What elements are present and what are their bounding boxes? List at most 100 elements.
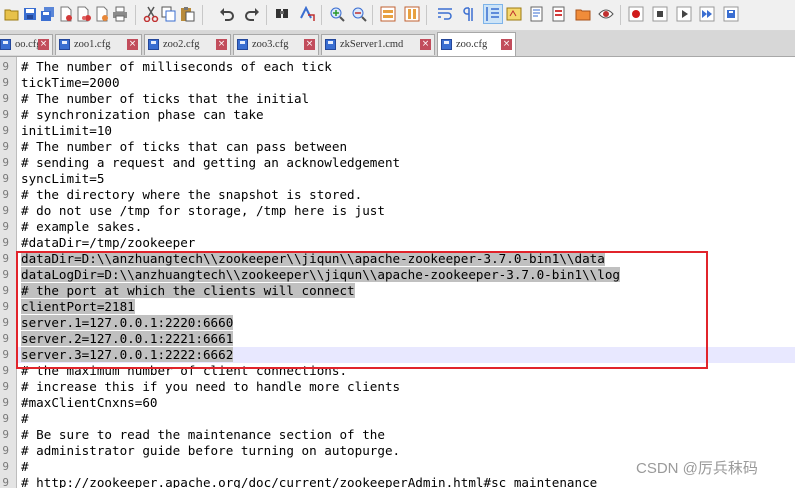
code-line: dataDir=D:\\anzhuangtech\\zookeeper\\jiq… xyxy=(21,251,605,266)
cut-icon[interactable] xyxy=(142,5,160,23)
tab-close-icon[interactable]: × xyxy=(127,39,138,50)
line-number: 9 xyxy=(2,300,9,313)
line-number: 9 xyxy=(2,252,9,265)
file-tab[interactable]: zoo2.cfg × xyxy=(144,34,231,55)
play-macro-icon[interactable] xyxy=(675,5,693,23)
undo-icon[interactable] xyxy=(218,5,236,23)
line-number: 9 xyxy=(2,364,9,377)
save-macro-icon[interactable] xyxy=(722,5,740,23)
code-line: syncLimit=5 xyxy=(21,171,105,186)
code-line: # increase this if you need to handle mo… xyxy=(21,379,401,394)
paste-icon[interactable] xyxy=(178,5,196,23)
code-line: # http://zookeeper.apache.org/doc/curren… xyxy=(21,475,598,488)
file-icon xyxy=(325,39,336,50)
code-line: server.1=127.0.0.1:2220:6660 xyxy=(21,315,234,330)
file-tab[interactable]: zoo3.cfg × xyxy=(233,34,319,55)
file-icon xyxy=(59,39,70,50)
tab-close-icon[interactable]: × xyxy=(420,39,431,50)
line-number: 9 xyxy=(2,156,9,169)
save-icon[interactable] xyxy=(21,5,39,23)
code-line: # the directory where the snapshot is st… xyxy=(21,187,363,202)
tab-bar: oo.cfg × zoo1.cfg × zoo2.cfg × zoo3.cfg × zkServ… xyxy=(0,31,795,57)
user-language-icon[interactable] xyxy=(505,5,523,23)
code-line: initLimit=10 xyxy=(21,123,112,138)
line-number: 9 xyxy=(2,92,9,105)
function-list-icon[interactable] xyxy=(550,5,568,23)
code-line: # sending a request and getting an ackno… xyxy=(21,155,401,170)
line-number: 9 xyxy=(2,140,9,153)
line-number: 9 xyxy=(2,412,9,425)
line-number: 9 xyxy=(2,172,9,185)
code-line: dataLogDir=D:\\anzhuangtech\\zookeeper\\… xyxy=(21,267,620,282)
file-tab[interactable]: zoo1.cfg × xyxy=(55,34,142,55)
line-number: 9 xyxy=(2,380,9,393)
line-number: 9 xyxy=(2,124,9,137)
stop-macro-icon[interactable] xyxy=(651,5,669,23)
code-line: # administrator guide before turning on … xyxy=(21,443,401,458)
code-line: # The number of ticks that can pass betw… xyxy=(21,139,348,154)
line-number: 9 xyxy=(2,60,9,73)
tab-label: zoo3.cfg xyxy=(252,39,289,50)
zoom-out-icon[interactable] xyxy=(350,5,368,23)
line-number: 9 xyxy=(2,204,9,217)
replace-icon[interactable] xyxy=(298,5,316,23)
file-icon xyxy=(0,39,11,50)
code-line: #dataDir=/tmp/zookeeper xyxy=(21,235,196,250)
line-number: 9 xyxy=(2,460,9,473)
file-tab[interactable]: oo.cfg × xyxy=(0,34,53,55)
code-line: # xyxy=(21,459,29,474)
tab-close-icon[interactable]: × xyxy=(304,39,315,50)
show-all-chars-icon[interactable] xyxy=(459,5,477,23)
tab-close-icon[interactable]: × xyxy=(501,39,512,50)
line-number: 9 xyxy=(2,284,9,297)
line-number-gutter: 9 9 9 9 9 9 9 9 9 9 9 9 9 9 9 9 9 9 9 9 9 9 9 9 9 9 9 xyxy=(0,57,17,488)
word-wrap-icon[interactable] xyxy=(436,5,454,23)
line-number: 9 xyxy=(2,444,9,457)
line-number: 9 xyxy=(2,188,9,201)
copy-icon[interactable] xyxy=(160,5,178,23)
close-file-icon[interactable] xyxy=(57,5,75,23)
tab-label: zoo1.cfg xyxy=(74,39,111,50)
file-icon xyxy=(148,39,159,50)
tab-label: zoo2.cfg xyxy=(163,39,200,50)
tab-label: zoo.cfg xyxy=(456,39,488,50)
file-tab[interactable]: zoo.cfg × xyxy=(437,32,516,56)
sync-vertical-icon[interactable] xyxy=(379,5,397,23)
code-line: server.3=127.0.0.1:2222:6662 xyxy=(21,347,234,362)
tab-close-icon[interactable]: × xyxy=(216,39,227,50)
line-number: 9 xyxy=(2,220,9,233)
folder-workspace-icon[interactable] xyxy=(574,5,592,23)
print-icon[interactable] xyxy=(111,5,129,23)
code-line: # do not use /tmp for storage, /tmp here… xyxy=(21,203,385,218)
code-line: # the maximum number of client connectio… xyxy=(21,363,348,378)
code-line: # The number of ticks that the initial xyxy=(21,91,310,106)
close-others-icon[interactable] xyxy=(93,5,111,23)
run-macro-multiple-icon[interactable] xyxy=(698,5,716,23)
close-all-icon[interactable] xyxy=(75,5,93,23)
code-line: # the port at which the clients will con… xyxy=(21,283,355,298)
line-number: 9 xyxy=(2,348,9,361)
monitoring-eye-icon[interactable] xyxy=(597,5,615,23)
file-tab[interactable]: zkServer1.cmd × xyxy=(321,34,435,55)
zoom-in-icon[interactable] xyxy=(328,5,346,23)
line-number: 9 xyxy=(2,428,9,441)
indent-guide-icon[interactable] xyxy=(483,4,503,24)
watermark: CSDN @厉兵秣码 xyxy=(636,460,758,477)
save-all-icon[interactable] xyxy=(39,5,57,23)
find-icon[interactable] xyxy=(273,5,291,23)
code-line: # xyxy=(21,411,29,426)
toolbar xyxy=(0,0,795,31)
record-macro-icon[interactable] xyxy=(627,5,645,23)
code-line: # synchronization phase can take xyxy=(21,107,264,122)
doc-map-icon[interactable] xyxy=(528,5,546,23)
open-file-icon[interactable] xyxy=(3,5,21,23)
maintenance-doc-link[interactable]: http://zookeeper.apache.org/doc/current/… xyxy=(36,475,597,488)
code-line: # example sakes. xyxy=(21,219,143,234)
line-number: 9 xyxy=(2,268,9,281)
tab-close-icon[interactable]: × xyxy=(38,39,49,50)
sync-horizontal-icon[interactable] xyxy=(403,5,421,23)
redo-icon[interactable] xyxy=(243,5,261,23)
text-editor-area[interactable]: # The number of milliseconds of each tic… xyxy=(17,57,795,488)
line-number: 9 xyxy=(2,332,9,345)
code-line: #maxClientCnxns=60 xyxy=(21,395,158,410)
